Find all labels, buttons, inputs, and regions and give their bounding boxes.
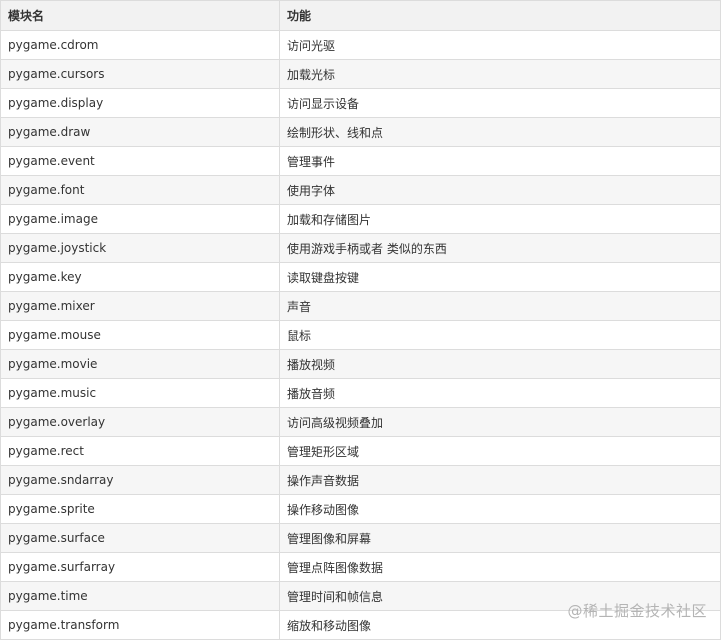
- table-row: pygame.joystick 使用游戏手柄或者 类似的东西: [0, 233, 721, 263]
- table-row: pygame.movie 播放视频: [0, 349, 721, 379]
- table-row: pygame.cursors 加载光标: [0, 59, 721, 89]
- function-cell: 访问高级视频叠加: [279, 407, 721, 437]
- module-table-container: 模块名 功能 pygame.cdrom 访问光驱 pygame.cursors …: [0, 0, 721, 640]
- function-cell: 访问光驱: [279, 30, 721, 60]
- module-name-cell: pygame.mixer: [0, 291, 280, 321]
- module-name-cell: pygame.mouse: [0, 320, 280, 350]
- table-row: pygame.sndarray 操作声音数据: [0, 465, 721, 495]
- table-row: pygame.key 读取键盘按键: [0, 262, 721, 292]
- module-name-cell: pygame.surface: [0, 523, 280, 553]
- module-name-cell: pygame.display: [0, 88, 280, 118]
- function-cell: 加载光标: [279, 59, 721, 89]
- table-row: pygame.mouse 鼠标: [0, 320, 721, 350]
- module-name-cell: pygame.font: [0, 175, 280, 205]
- watermark-label: @稀土掘金技术社区: [567, 602, 707, 620]
- function-cell: 访问显示设备: [279, 88, 721, 118]
- module-name-cell: pygame.time: [0, 581, 280, 611]
- table-row: pygame.mixer 声音: [0, 291, 721, 321]
- table-row: pygame.image 加载和存储图片: [0, 204, 721, 234]
- function-cell: 播放视频: [279, 349, 721, 379]
- module-name-cell: pygame.key: [0, 262, 280, 292]
- table-row: pygame.surface 管理图像和屏幕: [0, 523, 721, 553]
- function-cell: 绘制形状、线和点: [279, 117, 721, 147]
- header-module-name: 模块名: [0, 0, 280, 31]
- module-name-cell: pygame.event: [0, 146, 280, 176]
- function-cell: 鼠标: [279, 320, 721, 350]
- module-name-cell: pygame.sndarray: [0, 465, 280, 495]
- function-cell: 操作移动图像: [279, 494, 721, 524]
- module-name-cell: pygame.cdrom: [0, 30, 280, 60]
- header-function: 功能: [279, 0, 721, 31]
- function-cell: 管理图像和屏幕: [279, 523, 721, 553]
- table-row: pygame.event 管理事件: [0, 146, 721, 176]
- function-cell: 操作声音数据: [279, 465, 721, 495]
- function-cell: 使用字体: [279, 175, 721, 205]
- function-cell: 声音: [279, 291, 721, 321]
- table-row: pygame.music 播放音频: [0, 378, 721, 408]
- function-cell: 使用游戏手柄或者 类似的东西: [279, 233, 721, 263]
- module-name-cell: pygame.image: [0, 204, 280, 234]
- module-name-cell: pygame.transform: [0, 610, 280, 640]
- table-row: pygame.draw 绘制形状、线和点: [0, 117, 721, 147]
- module-name-cell: pygame.sprite: [0, 494, 280, 524]
- module-name-cell: pygame.rect: [0, 436, 280, 466]
- module-name-cell: pygame.music: [0, 378, 280, 408]
- module-name-cell: pygame.overlay: [0, 407, 280, 437]
- function-cell: 管理点阵图像数据: [279, 552, 721, 582]
- module-name-cell: pygame.draw: [0, 117, 280, 147]
- module-name-cell: pygame.cursors: [0, 59, 280, 89]
- table-row: pygame.overlay 访问高级视频叠加: [0, 407, 721, 437]
- module-name-cell: pygame.joystick: [0, 233, 280, 263]
- module-name-cell: pygame.surfarray: [0, 552, 280, 582]
- table-row: pygame.rect 管理矩形区域: [0, 436, 721, 466]
- table-row: pygame.sprite 操作移动图像: [0, 494, 721, 524]
- table-row: pygame.display 访问显示设备: [0, 88, 721, 118]
- function-cell: 播放音频: [279, 378, 721, 408]
- table-header-row: 模块名 功能: [0, 0, 721, 31]
- module-table: 模块名 功能 pygame.cdrom 访问光驱 pygame.cursors …: [0, 0, 721, 640]
- function-cell: 管理事件: [279, 146, 721, 176]
- function-cell: 管理矩形区域: [279, 436, 721, 466]
- function-cell: 读取键盘按键: [279, 262, 721, 292]
- table-row: pygame.surfarray 管理点阵图像数据: [0, 552, 721, 582]
- module-name-cell: pygame.movie: [0, 349, 280, 379]
- table-row: pygame.font 使用字体: [0, 175, 721, 205]
- function-cell: 加载和存储图片: [279, 204, 721, 234]
- table-row: pygame.cdrom 访问光驱: [0, 30, 721, 60]
